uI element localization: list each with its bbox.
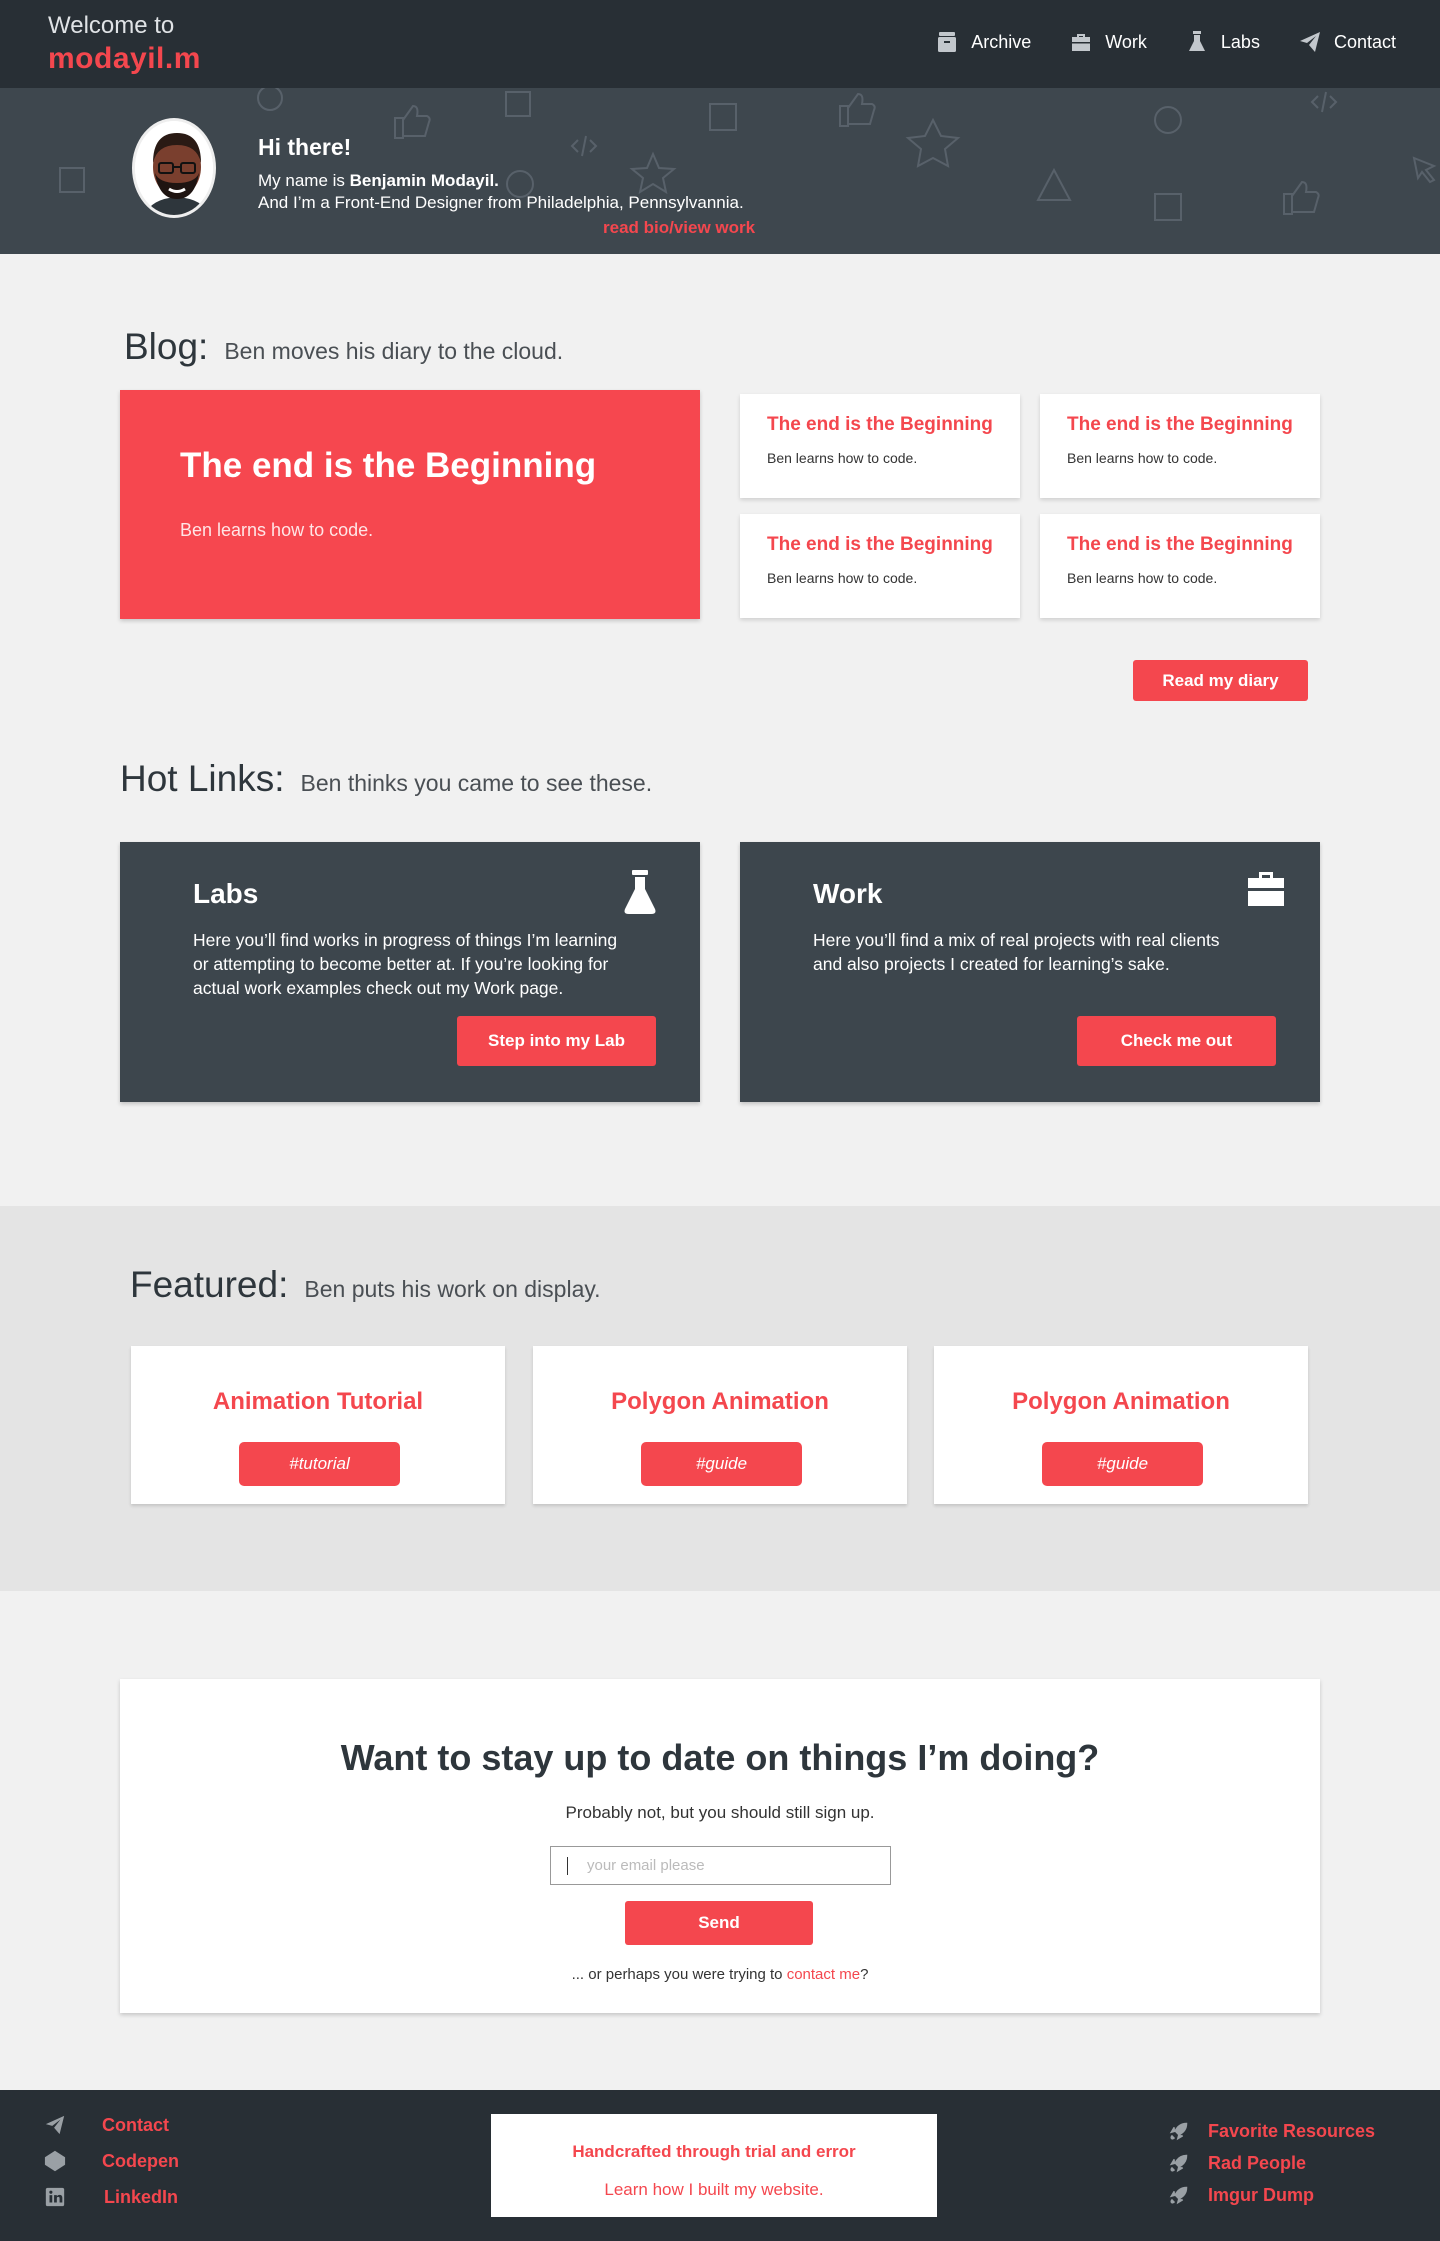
check-me-out-button[interactable]: Check me out (1077, 1016, 1276, 1066)
hero-greeting: Hi there! (258, 134, 352, 160)
nav-archive-label: Archive (971, 31, 1032, 52)
rocket-icon (1169, 2122, 1188, 2141)
profile-avatar (132, 118, 216, 218)
paper-plane-icon (45, 2115, 65, 2135)
hotlinks-subtitle: Ben thinks you came to see these. (300, 770, 653, 796)
featured-card[interactable]: Animation Tutorial #tutorial (131, 1346, 505, 1504)
hotlinks-section-header: Hot Links: Ben thinks you came to see th… (120, 758, 652, 800)
contact-alt-suffix: ? (860, 1966, 869, 1983)
footer-favorite-resources-label: Favorite Resources (1208, 2120, 1376, 2141)
blog-post-summary: Ben learns how to code. (767, 450, 918, 466)
footer-credits-box: Handcrafted through trial and error Lear… (491, 2114, 937, 2217)
flask-icon (1188, 31, 1205, 51)
footer-contact-label: Contact (102, 2114, 169, 2135)
footer-link-contact[interactable]: Contact (44, 2114, 169, 2136)
featured-section-header: Featured: Ben puts his work on display. (130, 1264, 601, 1306)
footer-link-codepen[interactable]: Codepen (44, 2150, 179, 2172)
footer-rad-people-label: Rad People (1208, 2152, 1307, 2173)
contact-alt-prefix: ... or perhaps you were trying to (571, 1966, 783, 1983)
nav-labs-label: Labs (1220, 31, 1260, 52)
email-input[interactable] (550, 1846, 891, 1885)
featured-card-title: Polygon Animation (611, 1388, 829, 1415)
blog-post-card[interactable]: The end is the Beginning Ben learns how … (1040, 514, 1320, 618)
hotlink-labs-title: Labs (193, 878, 259, 909)
rocket-icon (1169, 2154, 1188, 2173)
hotlink-card-work: Work Here you’ll find a mix of real proj… (740, 842, 1320, 1102)
hero-name: Benjamin Modayil. (349, 171, 499, 190)
hotlink-work-title: Work (813, 878, 883, 909)
blog-post-summary: Ben learns how to code. (1067, 450, 1218, 466)
footer-imgur-dump-label: Imgur Dump (1208, 2184, 1314, 2205)
hero-name-prefix: My name is (258, 171, 345, 190)
hotlink-card-labs: Labs Here you’ll find works in progress … (120, 842, 700, 1102)
text-caret (567, 1857, 568, 1875)
nav-archive[interactable]: Archive (935, 30, 1031, 54)
featured-tag[interactable]: #guide (1042, 1442, 1203, 1486)
linkedin-icon (45, 2187, 65, 2207)
featured-card-title: Animation Tutorial (212, 1388, 424, 1415)
send-button[interactable]: Send (625, 1901, 813, 1945)
blog-title: Blog: (124, 326, 209, 367)
briefcase-icon (1072, 34, 1091, 51)
contact-me-link[interactable]: contact me (787, 1966, 860, 1983)
hotlinks-title: Hot Links: (120, 758, 285, 799)
archive-icon (938, 32, 957, 52)
nav-labs[interactable]: Labs (1185, 30, 1260, 54)
contact-alternative: ... or perhaps you were trying to contac… (120, 1966, 1320, 1983)
read-bio-link[interactable]: read bio/view work (603, 218, 755, 238)
site-logo[interactable]: modayil.m (48, 42, 201, 76)
footer-link-favorite-resources[interactable]: Favorite Resources (1168, 2120, 1375, 2142)
featured-post-summary: Ben learns how to code. (180, 520, 374, 540)
footer-linkedin-label: LinkedIn (104, 2186, 179, 2207)
main-nav: Archive Work Labs Contact (935, 30, 1396, 54)
featured-post-title: The end is the Beginning (180, 446, 597, 485)
nav-contact[interactable]: Contact (1298, 30, 1396, 54)
blog-post-title: The end is the Beginning (1067, 414, 1293, 435)
hotlink-labs-description: Here you’ll find works in progress of th… (193, 930, 618, 998)
footer-tagline: Handcrafted through trial and error (572, 2142, 856, 2161)
hotlink-work-description: Here you’ll find a mix of real projects … (813, 930, 1220, 974)
paper-plane-icon (1299, 32, 1320, 52)
nav-contact-label: Contact (1333, 31, 1396, 52)
blog-post-title: The end is the Beginning (767, 534, 993, 555)
featured-title: Featured: (130, 1264, 289, 1305)
blog-section-header: Blog: Ben moves his diary to the cloud. (124, 326, 563, 368)
hero-name-line: My name is Benjamin Modayil. (258, 171, 499, 191)
featured-card-title: Polygon Animation (1012, 1388, 1230, 1415)
briefcase-icon (1248, 872, 1284, 906)
blog-post-summary: Ben learns how to code. (1067, 570, 1218, 586)
featured-card[interactable]: Polygon Animation #guide (533, 1346, 907, 1504)
blog-post-title: The end is the Beginning (767, 414, 993, 435)
featured-subtitle: Ben puts his work on display. (304, 1276, 601, 1302)
featured-tag[interactable]: #guide (641, 1442, 802, 1486)
footer-codepen-label: Codepen (102, 2150, 180, 2171)
blog-post-card[interactable]: The end is the Beginning Ben learns how … (740, 394, 1020, 498)
step-into-lab-button[interactable]: Step into my Lab (457, 1016, 656, 1066)
codepen-icon (44, 2150, 66, 2172)
newsletter-signup: Want to stay up to date on things I’m do… (120, 1679, 1320, 2013)
read-diary-button[interactable]: Read my diary (1133, 660, 1308, 701)
rocket-icon (1169, 2186, 1188, 2205)
blog-post-summary: Ben learns how to code. (767, 570, 918, 586)
blog-subtitle: Ben moves his diary to the cloud. (224, 338, 564, 364)
footer-link-imgur-dump[interactable]: Imgur Dump (1168, 2184, 1314, 2206)
featured-blog-post[interactable]: The end is the Beginning Ben learns how … (120, 390, 700, 619)
build-info-link[interactable]: Learn how I built my website. (491, 2180, 937, 2200)
newsletter-heading: Want to stay up to date on things I’m do… (340, 1737, 1100, 1778)
hero-role-line: And I’m a Front-End Designer from Philad… (258, 193, 744, 212)
blog-post-card[interactable]: The end is the Beginning Ben learns how … (740, 514, 1020, 618)
logo-welcome-text: Welcome to (48, 12, 175, 39)
blog-post-card[interactable]: The end is the Beginning Ben learns how … (1040, 394, 1320, 498)
footer-link-linkedin[interactable]: LinkedIn (44, 2186, 178, 2208)
footer-link-rad-people[interactable]: Rad People (1168, 2152, 1306, 2174)
site-footer: Contact Codepen LinkedIn Handcrafted thr… (0, 2090, 1440, 2241)
nav-work[interactable]: Work (1069, 30, 1147, 54)
flask-icon (624, 870, 656, 914)
blog-post-title: The end is the Beginning (1067, 534, 1293, 555)
featured-card[interactable]: Polygon Animation #guide (934, 1346, 1308, 1504)
featured-tag[interactable]: #tutorial (239, 1442, 400, 1486)
nav-work-label: Work (1105, 31, 1147, 52)
newsletter-subheading: Probably not, but you should still sign … (565, 1803, 875, 1822)
top-navigation-bar: Welcome to modayil.m Archive Work Labs C… (0, 0, 1440, 88)
